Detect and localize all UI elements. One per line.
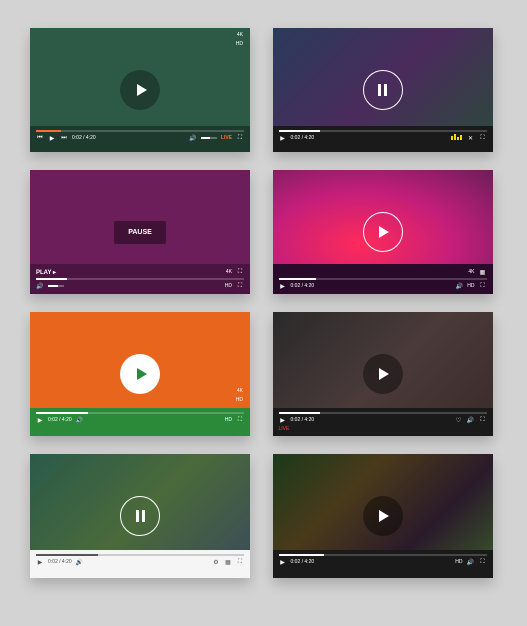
- time-display: 0:02 / 4:20: [291, 135, 315, 141]
- controls-bar: ▶ 0:02 / 4:20 🔊 HD ⛶: [30, 408, 250, 436]
- play-small-icon[interactable]: ▶: [36, 558, 44, 566]
- badge-hd[interactable]: HD: [225, 283, 232, 289]
- fullscreen-icon[interactable]: ⛶: [479, 558, 487, 566]
- controls-bar: ⏮ ▶ ⏭ 0:02 / 4:20 🔊 LIVE ⛶: [30, 126, 250, 152]
- pause-button[interactable]: [120, 496, 160, 536]
- volume-icon[interactable]: 🔊: [76, 416, 84, 424]
- prev-icon[interactable]: ⏮: [36, 134, 44, 142]
- progress-bar[interactable]: [279, 278, 487, 280]
- progress-bar[interactable]: [36, 278, 244, 280]
- live-badge: LIVE: [279, 426, 290, 432]
- video-player-7: ▶ 0:02 / 4:20 🔊 ⚙ ▦ ⛶: [30, 454, 250, 578]
- progress-bar[interactable]: [36, 412, 244, 414]
- video-player-2: ▶ 0:02 / 4:20 ✕ ⛶: [273, 28, 493, 152]
- quality-badges: 4K HD: [233, 32, 246, 48]
- play-small-icon[interactable]: ▶: [279, 134, 287, 142]
- volume-icon[interactable]: 🔊: [467, 416, 475, 424]
- badge-hd[interactable]: HD: [455, 559, 462, 565]
- play-small-icon[interactable]: ▶: [279, 558, 287, 566]
- play-icon: [379, 368, 389, 380]
- fullscreen-icon[interactable]: ⛶: [479, 416, 487, 424]
- controls-bar: ▶ 0:02 / 4:20 HD 🔊 ⛶: [273, 550, 493, 578]
- pause-button[interactable]: PAUSE: [114, 221, 166, 244]
- play-icon: [379, 510, 389, 522]
- quality-badges: 4K HD: [233, 388, 246, 404]
- controls-bar: ▶ 0:02 / 4:20 🔊 ⚙ ▦ ⛶: [30, 550, 250, 578]
- fullscreen-icon[interactable]: ⛶: [236, 268, 244, 276]
- play-button[interactable]: [363, 496, 403, 536]
- settings-icon[interactable]: ⚙: [212, 558, 220, 566]
- player-grid: 4K HD ⏮ ▶ ⏭ 0:02 / 4:20 🔊 LIVE ⛶ ▶ 0:02 …: [30, 28, 497, 578]
- badge-hd[interactable]: HD: [233, 41, 246, 48]
- volume-slider[interactable]: [48, 285, 64, 287]
- badge-4k[interactable]: 4K: [226, 269, 232, 275]
- badge-4k[interactable]: 4K: [468, 269, 474, 275]
- settings-icon[interactable]: ✕: [467, 134, 475, 142]
- fullscreen-icon[interactable]: ⛶: [236, 134, 244, 142]
- video-player-6: ▶ 0:02 / 4:20 ♡ 🔊 ⛶ LIVE: [273, 312, 493, 436]
- video-player-1: 4K HD ⏮ ▶ ⏭ 0:02 / 4:20 🔊 LIVE ⛶: [30, 28, 250, 152]
- pause-icon: [136, 510, 145, 522]
- badge-hd[interactable]: HD: [225, 417, 232, 423]
- progress-bar[interactable]: [36, 554, 244, 556]
- controls-bar: 4K ▦ ▶ 0:02 / 4:20 🔊 HD ⛶: [273, 264, 493, 294]
- video-player-3: PAUSE PLAY ▸ 4K ⛶ 🔊 HD ⛶: [30, 170, 250, 294]
- video-player-8: ▶ 0:02 / 4:20 HD 🔊 ⛶: [273, 454, 493, 578]
- play-label[interactable]: PLAY ▸: [36, 269, 56, 276]
- volume-icon[interactable]: 🔊: [76, 558, 84, 566]
- badge-hd[interactable]: HD: [233, 397, 246, 404]
- time-display: 0:02 / 4:20: [48, 559, 72, 565]
- volume-icon[interactable]: 🔊: [467, 558, 475, 566]
- progress-bar[interactable]: [279, 130, 487, 132]
- time-display: 0:02 / 4:20: [291, 559, 315, 565]
- grid-icon[interactable]: ▦: [224, 558, 232, 566]
- volume-icon[interactable]: 🔊: [455, 282, 463, 290]
- time-display: 0:02 / 4:20: [291, 417, 315, 423]
- volume-icon[interactable]: 🔊: [36, 282, 44, 290]
- badge-hd[interactable]: HD: [467, 283, 474, 289]
- play-icon: [137, 84, 147, 96]
- time-display: 0:02 / 4:20: [72, 135, 96, 141]
- volume-icon[interactable]: 🔊: [189, 134, 197, 142]
- equalizer-icon: [451, 134, 463, 142]
- fullscreen-icon[interactable]: ⛶: [479, 134, 487, 142]
- live-badge: LIVE: [221, 135, 232, 141]
- expand-icon[interactable]: ⛶: [236, 282, 244, 290]
- badge-4k[interactable]: 4K: [234, 388, 246, 395]
- progress-bar[interactable]: [36, 130, 244, 132]
- play-small-icon[interactable]: ▶: [279, 282, 287, 290]
- play-button[interactable]: [120, 354, 160, 394]
- play-button[interactable]: [120, 70, 160, 110]
- pause-button[interactable]: [363, 70, 403, 110]
- fullscreen-icon[interactable]: ⛶: [236, 416, 244, 424]
- fullscreen-icon[interactable]: ⛶: [236, 558, 244, 566]
- play-icon: [137, 368, 147, 380]
- heart-icon[interactable]: ♡: [455, 416, 463, 424]
- video-player-4: 4K ▦ ▶ 0:02 / 4:20 🔊 HD ⛶: [273, 170, 493, 294]
- video-player-5: 4K HD ▶ 0:02 / 4:20 🔊 HD ⛶: [30, 312, 250, 436]
- controls-bar: ▶ 0:02 / 4:20 ♡ 🔊 ⛶ LIVE: [273, 408, 493, 436]
- play-button[interactable]: [363, 354, 403, 394]
- fullscreen-icon[interactable]: ⛶: [479, 282, 487, 290]
- progress-bar[interactable]: [279, 412, 487, 414]
- volume-slider[interactable]: [201, 137, 217, 139]
- grid-icon[interactable]: ▦: [479, 268, 487, 276]
- next-icon[interactable]: ⏭: [60, 134, 68, 142]
- time-display: 0:02 / 4:20: [291, 283, 315, 289]
- progress-bar[interactable]: [279, 554, 487, 556]
- time-display: 0:02 / 4:20: [48, 417, 72, 423]
- play-small-icon[interactable]: ▶: [48, 134, 56, 142]
- controls-bar: PLAY ▸ 4K ⛶ 🔊 HD ⛶: [30, 264, 250, 294]
- pause-icon: [378, 84, 387, 96]
- play-small-icon[interactable]: ▶: [279, 416, 287, 424]
- badge-4k[interactable]: 4K: [234, 32, 246, 39]
- play-small-icon[interactable]: ▶: [36, 416, 44, 424]
- play-button[interactable]: [363, 212, 403, 252]
- play-icon: [379, 226, 389, 238]
- controls-bar: ▶ 0:02 / 4:20 ✕ ⛶: [273, 126, 493, 152]
